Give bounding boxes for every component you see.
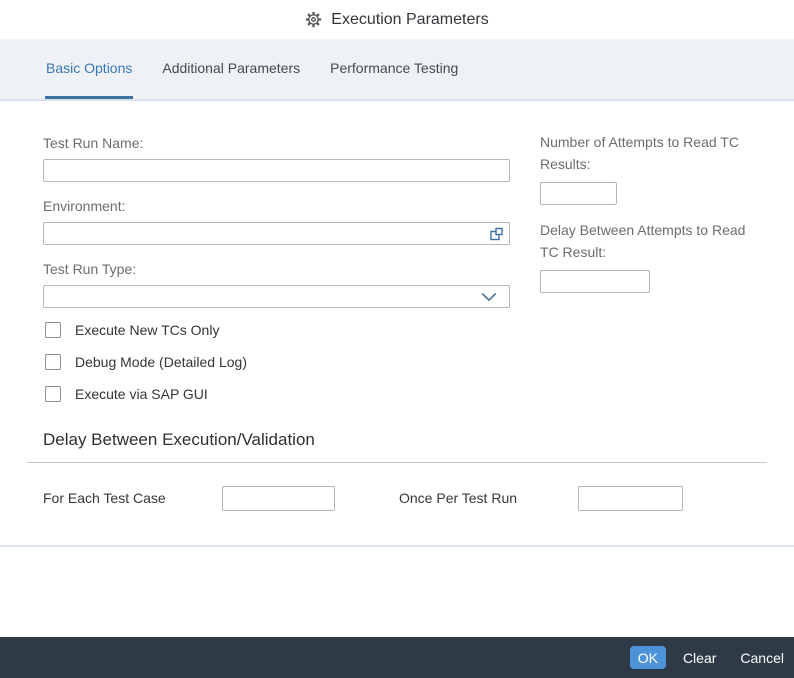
dialog-footer: OK Clear Cancel [0,637,794,678]
test-run-type-label: Test Run Type: [43,259,510,279]
checkbox-row-execute-new-tcs-only[interactable]: Execute New TCs Only [45,322,510,338]
environment-input[interactable] [43,222,510,245]
checkbox-row-execute-via-sap-gui[interactable]: Execute via SAP GUI [45,386,510,402]
checkbox-label: Execute New TCs Only [75,322,219,338]
tab-additional-parameters[interactable]: Additional Parameters [161,39,301,99]
environment-label: Environment: [43,196,510,216]
tab-basic-options[interactable]: Basic Options [45,39,133,99]
checkbox-execute-new-tcs-only[interactable] [45,322,61,338]
checkbox-execute-via-sap-gui[interactable] [45,386,61,402]
basic-options-right-column: Number of Attempts to Read TC Results: D… [540,131,746,307]
chevron-down-icon[interactable] [481,292,497,301]
tab-label: Basic Options [46,60,132,76]
tab-label: Performance Testing [330,60,458,76]
gear-icon [305,11,322,28]
section-divider [27,462,767,463]
for-each-test-case-input[interactable] [222,486,335,511]
dialog-title: Execution Parameters [331,11,488,29]
test-run-type-select[interactable] [43,285,510,308]
delay-between-attempts-field: Delay Between Attempts to Read TC Result… [540,219,746,293]
content-bottom-divider [0,545,794,547]
tab-bar: Basic Options Additional Parameters Perf… [0,39,794,101]
test-run-type-field: Test Run Type: [43,259,510,308]
tab-performance-testing[interactable]: Performance Testing [329,39,459,99]
checkbox-row-debug-mode[interactable]: Debug Mode (Detailed Log) [45,354,510,370]
tab-label: Additional Parameters [162,60,300,76]
test-run-name-label: Test Run Name: [43,133,510,153]
attempts-field: Number of Attempts to Read TC Results: [540,131,746,205]
delay-between-attempts-label: Delay Between Attempts to Read TC Result… [540,219,746,263]
once-per-test-run-label: Once Per Test Run [399,490,517,506]
attempts-label: Number of Attempts to Read TC Results: [540,131,746,175]
checkbox-debug-mode[interactable] [45,354,61,370]
delay-section-title: Delay Between Execution/Validation [43,430,315,450]
dialog-header: Execution Parameters [0,0,794,39]
attempts-input[interactable] [540,182,617,205]
basic-options-left-column: Test Run Name: Environment: Test Run Typ… [43,133,510,418]
cancel-button[interactable]: Cancel [740,650,784,666]
test-run-name-field: Test Run Name: [43,133,510,182]
checkbox-label: Debug Mode (Detailed Log) [75,354,247,370]
execution-parameters-dialog: Execution Parameters Basic Options Addit… [0,0,794,678]
checkbox-label: Execute via SAP GUI [75,386,208,402]
environment-field: Environment: [43,196,510,245]
clear-button[interactable]: Clear [683,650,716,666]
delay-between-attempts-input[interactable] [540,270,650,293]
test-run-name-input[interactable] [43,159,510,182]
for-each-test-case-label: For Each Test Case [43,490,166,506]
ok-button[interactable]: OK [630,646,666,669]
once-per-test-run-input[interactable] [578,486,683,511]
value-help-icon[interactable] [489,226,504,241]
